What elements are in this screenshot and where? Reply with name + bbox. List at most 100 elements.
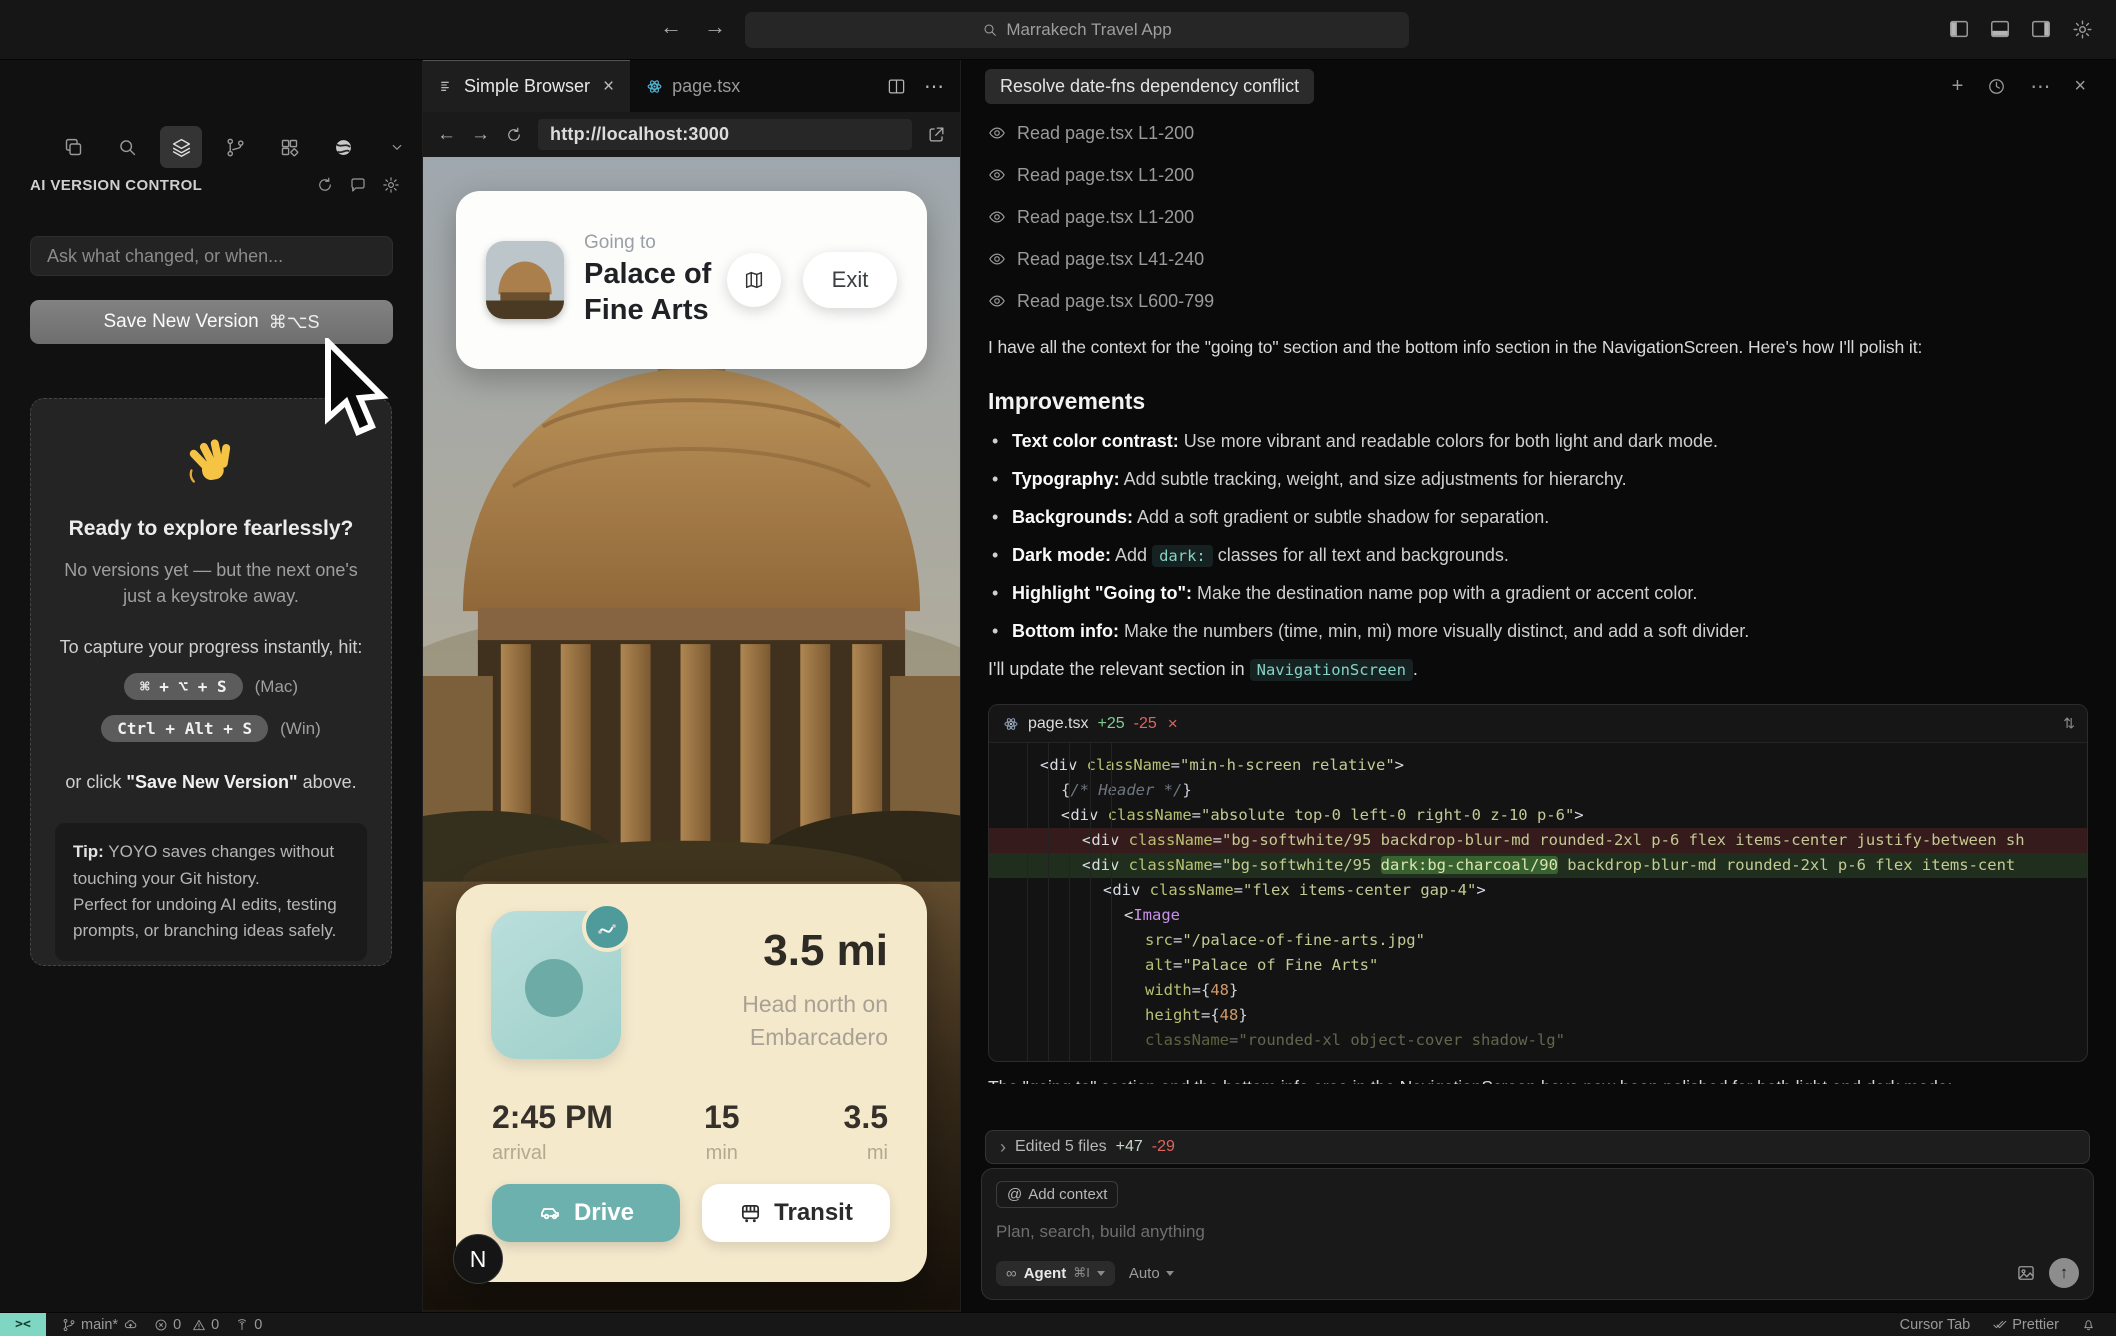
browser-reload-icon[interactable]	[505, 126, 523, 144]
at-icon: @	[1007, 1186, 1022, 1203]
ask-input[interactable]	[30, 236, 393, 276]
tab-page-tsx[interactable]: page.tsx	[630, 60, 756, 112]
agent-mode-selector[interactable]: ∞ Agent ⌘I	[996, 1261, 1115, 1286]
code-line: <div className="bg-softwhite/95 backdrop…	[989, 828, 2087, 853]
read-item[interactable]: Read page.tsx L1-200	[988, 154, 2088, 196]
cursor-tab-item[interactable]: Cursor Tab	[1900, 1317, 1971, 1333]
panel-settings-gear-icon[interactable]	[382, 176, 400, 194]
ports-item[interactable]: 0	[235, 1317, 262, 1333]
read-item[interactable]: Read page.tsx L1-200	[988, 196, 2088, 238]
sync-cloud-icon	[123, 1317, 138, 1332]
code-line: width={48}	[989, 978, 2087, 1003]
going-to-label: Going to	[584, 232, 711, 254]
chat-close-icon[interactable]: ×	[2074, 75, 2086, 98]
remote-indicator[interactable]: ><	[0, 1313, 46, 1336]
transit-button[interactable]: Transit	[702, 1184, 890, 1242]
formatter-item[interactable]: Prettier	[1992, 1317, 2059, 1333]
toggle-secondary-sidebar-icon[interactable]	[2029, 17, 2053, 41]
assistant-intro: I have all the context for the "going to…	[988, 334, 2088, 360]
read-item[interactable]: Read page.tsx L600-799	[988, 280, 2088, 322]
model-selector[interactable]: Auto	[1129, 1265, 1174, 1282]
browser-toolbar: ← → http://localhost:3000	[423, 112, 960, 157]
read-item[interactable]: Read page.tsx L1-200	[988, 112, 2088, 154]
welcome-card: Ready to explore fearlessly? No versions…	[30, 398, 392, 966]
code-file-name: page.tsx	[1028, 715, 1088, 733]
editor-group-browser: Simple Browser × page.tsx ⋯ ← → http://l…	[423, 60, 961, 1312]
extensions-icon[interactable]	[268, 126, 310, 168]
exit-button[interactable]: Exit	[803, 252, 897, 308]
toggle-panel-icon[interactable]	[1988, 17, 2012, 41]
git-branch-item[interactable]: main*	[62, 1317, 138, 1333]
edited-added-count: +47	[1116, 1138, 1143, 1156]
read-item[interactable]: Read page.tsx L41-240	[988, 238, 2088, 280]
browser-back-icon[interactable]: ←	[437, 124, 456, 146]
settings-gear-icon[interactable]	[2070, 17, 2094, 41]
list-item: Backgrounds: Add a soft gradient or subt…	[988, 507, 2088, 528]
code-line: <Image	[989, 903, 2087, 928]
destination-name: Palace of Fine Arts	[584, 257, 711, 328]
add-context-button[interactable]: @ Add context	[996, 1181, 1118, 1208]
list-item: Highlight "Going to": Make the destinati…	[988, 583, 2088, 604]
tab-bar: Simple Browser × page.tsx ⋯	[423, 60, 960, 112]
drive-button[interactable]: Drive	[492, 1184, 680, 1242]
code-block-header[interactable]: page.tsx +25 -25 × ⇅	[989, 705, 2087, 743]
attach-image-icon[interactable]	[2016, 1263, 2036, 1283]
or-click-text: or click "Save New Version" above.	[55, 772, 367, 793]
win-label: (Win)	[280, 719, 321, 739]
comment-icon[interactable]	[349, 176, 367, 194]
chat-input-box[interactable]: @ Add context Plan, search, build anythi…	[981, 1168, 2094, 1300]
chevron-down-icon[interactable]	[376, 126, 418, 168]
browser-forward-icon[interactable]: →	[471, 124, 490, 146]
chat-title[interactable]: Resolve date-fns dependency conflict	[985, 69, 1314, 104]
new-chat-icon[interactable]: +	[1952, 75, 1964, 98]
source-control-icon[interactable]	[214, 126, 256, 168]
stat-arrival: 2:45 PM arrival	[492, 1099, 613, 1165]
list-item: Text color contrast: Use more vibrant an…	[988, 431, 2088, 452]
code-line: <div className="min-h-screen relative">	[989, 753, 2087, 778]
status-bar: >< main* 0 0 0 Cursor Tab Prettier	[0, 1312, 2116, 1336]
map-button[interactable]	[727, 253, 781, 307]
toggle-sidebar-icon[interactable]	[1947, 17, 1971, 41]
list-item: Dark mode: Add dark: classes for all tex…	[988, 545, 2088, 566]
split-editor-icon[interactable]	[887, 77, 906, 96]
code-close-icon[interactable]: ×	[1168, 714, 1178, 734]
yoyo-layers-icon[interactable]	[160, 126, 202, 168]
destination-thumbnail	[486, 241, 564, 319]
tab-close-icon[interactable]: ×	[603, 76, 614, 98]
welcome-subtext: No versions yet — but the next one's jus…	[55, 557, 367, 609]
browser-globe-icon[interactable]	[322, 126, 364, 168]
assistant-outro: The "going to" section and the bottom in…	[988, 1074, 2088, 1084]
refresh-icon[interactable]	[316, 176, 334, 194]
mac-label: (Mac)	[255, 677, 298, 697]
edited-files-bar[interactable]: › Edited 5 files +47 -29	[985, 1130, 2090, 1164]
history-back-button[interactable]: ←	[660, 14, 682, 40]
chat-more-icon[interactable]: ⋯	[2030, 74, 2050, 99]
diff-removed-count: -25	[1134, 715, 1157, 733]
command-center-search[interactable]: Marrakech Travel App	[745, 12, 1409, 48]
stat-miles: 3.5 mi	[844, 1099, 888, 1165]
search-icon[interactable]	[106, 126, 148, 168]
url-input[interactable]: http://localhost:3000	[538, 119, 912, 150]
window-title: Marrakech Travel App	[1006, 20, 1171, 40]
send-button[interactable]: ↑	[2049, 1258, 2079, 1288]
mac-shortcut-pill: ⌘ + ⌥ + S	[124, 673, 243, 700]
explorer-icon[interactable]	[52, 126, 94, 168]
chevron-down-icon	[1166, 1271, 1174, 1276]
problems-item[interactable]: 0 0	[154, 1317, 219, 1333]
code-line: height={48}	[989, 1003, 2087, 1028]
tab-simple-browser[interactable]: Simple Browser ×	[423, 60, 630, 112]
save-shortcut: ⌘⌥S	[269, 312, 320, 333]
chat-input-placeholder: Plan, search, build anything	[996, 1222, 2079, 1242]
history-forward-button[interactable]: →	[704, 14, 726, 40]
history-icon[interactable]	[1987, 77, 2006, 96]
code-line: alt="Palace of Fine Arts"	[989, 953, 2087, 978]
win-shortcut-pill: Ctrl + Alt + S	[101, 715, 268, 742]
nextjs-dev-badge[interactable]: N	[453, 1234, 503, 1284]
open-external-icon[interactable]	[927, 125, 946, 144]
code-expand-icon[interactable]: ⇅	[2063, 715, 2073, 732]
editor-more-actions-icon[interactable]: ⋯	[924, 74, 944, 99]
chevron-right-icon: ›	[1000, 1137, 1006, 1158]
nav-info-card: 3.5 mi Head north on Embarcadero 2:45 PM…	[456, 884, 927, 1282]
notifications-bell-icon[interactable]	[2081, 1317, 2096, 1332]
diff-added-count: +25	[1097, 715, 1124, 733]
